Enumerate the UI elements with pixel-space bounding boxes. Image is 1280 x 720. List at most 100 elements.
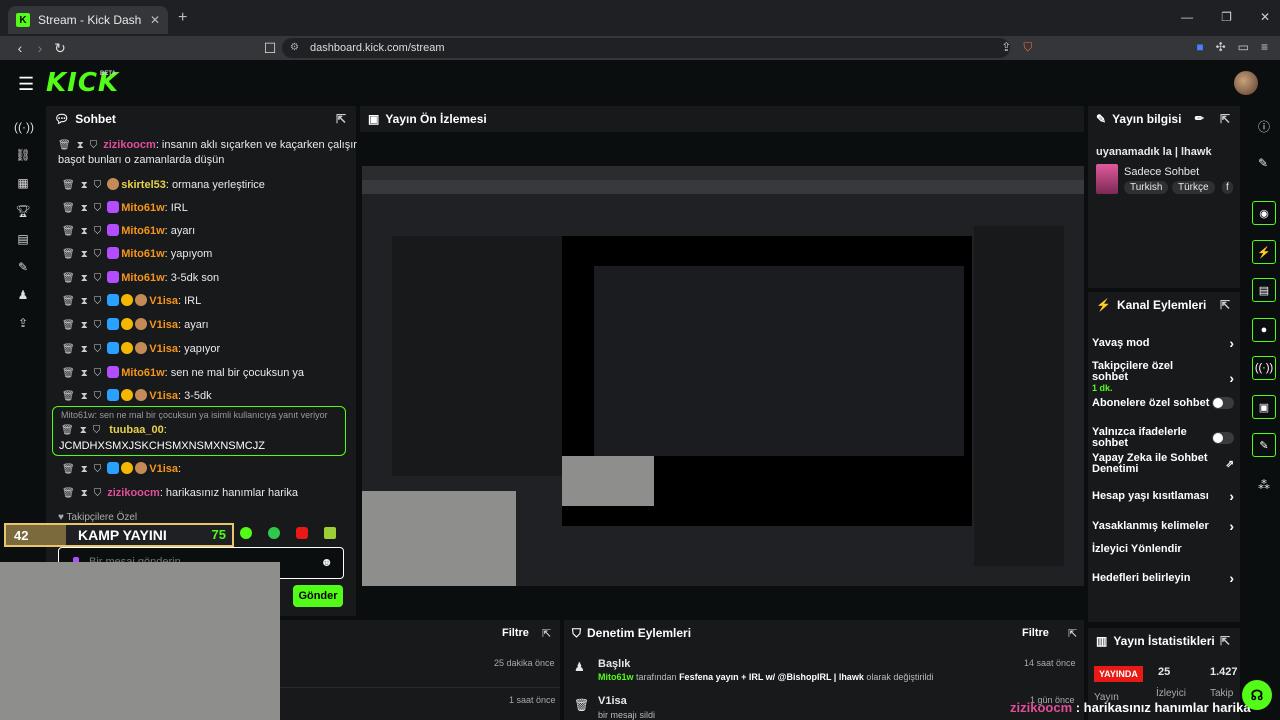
site-info-icon[interactable]: ⚙ [290,42,299,53]
sidebar-icon[interactable]: ▭ [1238,40,1249,55]
share-icon[interactable]: ⇪ [1001,40,1011,55]
filter-button[interactable]: Filtre [1022,627,1049,639]
timeout-icon[interactable]: ⧗ [77,140,84,151]
channel-action-item[interactable]: Abonelere özel sohbet [1092,397,1234,409]
chat-username[interactable]: V1isa [149,295,178,307]
timeout-icon[interactable]: ⧗ [81,464,88,475]
timeout-icon[interactable]: ⧗ [81,391,88,402]
delete-icon[interactable]: 🗑︎ [62,273,75,284]
browser-tab[interactable]: K Stream - Kick Dashboard ✕ [8,6,168,34]
edit-icon[interactable]: ✏ [1195,112,1204,125]
delete-icon[interactable]: 🗑︎ [58,140,71,151]
maximize-icon[interactable]: ❐ [1221,10,1232,24]
puzzle-icon[interactable]: ✣ [1216,40,1226,55]
trophy-icon[interactable]: 🏆︎ [14,202,32,220]
ban-icon[interactable]: ⛉ [94,368,102,379]
layout-icon[interactable]: ▣ [1252,395,1276,419]
back-icon[interactable]: ‹ [10,40,30,56]
timeout-icon[interactable]: ⧗ [81,226,88,237]
popout-icon[interactable]: ⇱ [336,112,346,126]
channel-action-item[interactable]: Hedefleri belirleyin › [1092,570,1234,586]
emote-icon[interactable] [296,527,308,539]
hamburger-menu-icon[interactable]: ☰ [18,74,34,95]
bolt-icon[interactable]: ⚡ [1252,240,1276,264]
analytics-icon[interactable]: ▦ [14,174,32,192]
channel-action-item[interactable]: Takipçilere özel sohbet 1 dk. › [1092,361,1234,394]
delete-icon[interactable]: 🗑︎ [62,368,75,379]
chat-username[interactable]: zizikoocm [103,139,156,151]
ban-icon[interactable]: ⛉ [94,320,102,331]
filter-button[interactable]: Filtre [502,627,529,639]
timeout-icon[interactable]: ⧗ [81,296,88,307]
chat-username[interactable]: V1isa [149,463,178,475]
delete-icon[interactable]: 🗑︎ [62,249,75,260]
send-button[interactable]: Gönder [293,585,343,607]
delete-icon[interactable]: 🗑︎ [62,296,75,307]
delete-icon[interactable]: 🗑︎ [62,464,75,475]
chat-username[interactable]: V1isa [149,343,178,355]
timeout-icon[interactable]: ⧗ [81,368,88,379]
chat-username[interactable]: zizikoocm [107,487,160,499]
ban-icon[interactable]: ⛉ [94,344,102,355]
close-tab-icon[interactable]: ✕ [150,13,160,27]
ban-icon[interactable]: ⛉ [94,273,102,284]
layout-icon[interactable]: ▤ [14,230,32,248]
delete-icon[interactable]: 🗑︎ [62,391,75,402]
emote-icon[interactable] [324,527,336,539]
delete-icon[interactable]: 🗑︎ [62,488,75,499]
ban-icon[interactable]: ⛉ [94,464,102,475]
chat-username[interactable]: V1isa [149,319,178,331]
channel-action-item[interactable]: Hesap yaşı kısıtlaması › [1092,488,1234,504]
broadcast-icon[interactable]: ((·)) [1252,356,1276,380]
timeout-icon[interactable]: ⧗ [81,344,88,355]
ban-icon[interactable]: ⛉ [94,226,102,237]
document-icon[interactable]: ▤ [1252,278,1276,302]
extension-icon[interactable]: ■ [1196,40,1203,55]
emote-icon[interactable] [268,527,280,539]
timeout-icon[interactable]: ⧗ [81,249,88,260]
menu-icon[interactable]: ≡ [1261,40,1268,55]
ban-icon[interactable]: ⛉ [94,391,102,402]
emote-icon[interactable] [240,527,252,539]
users-icon[interactable]: ♟ [14,286,32,304]
forward-icon[interactable]: › [30,40,50,56]
timeout-icon[interactable]: ⧗ [81,273,88,284]
wrench-icon[interactable]: ✎ [14,258,32,276]
popout-icon[interactable]: ⇱ [542,627,551,640]
emoji-icon[interactable]: ☻ [320,555,333,569]
delete-icon[interactable]: 🗑︎ [62,203,75,214]
channel-action-item[interactable]: Yapay Zeka ile Sohbet Denetimi ⇗ [1092,453,1234,475]
chat-username[interactable]: Mito61w [121,225,164,237]
edit-icon[interactable]: ✎ [1258,156,1268,170]
ban-icon[interactable]: ⛉ [94,488,102,499]
support-headset-icon[interactable]: ☊ [1242,680,1272,710]
nodes-icon[interactable]: ⁂ [1258,478,1270,492]
delete-icon[interactable]: 🗑︎ [62,320,75,331]
timeout-icon[interactable]: ⧗ [80,425,87,436]
url-field[interactable]: ⚙ dashboard.kick.com/stream [282,38,1010,58]
chat-username[interactable]: Mito61w [121,367,164,379]
timeout-icon[interactable]: ⧗ [81,180,88,191]
new-tab-icon[interactable]: + [178,9,187,27]
delete-icon[interactable]: 🗑︎ [61,425,74,436]
ban-icon[interactable]: ⛉ [93,425,101,436]
channel-action-item[interactable]: İzleyici Yönlendir [1092,544,1234,555]
link-icon[interactable]: ⛓ [14,146,32,164]
bookmark-icon[interactable]: ☐ [260,40,280,57]
ban-icon[interactable]: ⛉ [90,140,98,151]
chat-username[interactable]: skirtel53 [121,179,166,191]
chat-username[interactable]: Mito61w [121,272,164,284]
channel-action-item[interactable]: Yalnızca ifadelerle sohbet [1092,427,1234,449]
delete-icon[interactable]: 🗑︎ [62,226,75,237]
delete-icon[interactable]: 🗑︎ [62,180,75,191]
upload-icon[interactable]: ⇪ [14,314,32,332]
chat-username[interactable]: Mito61w [121,248,164,260]
ban-icon[interactable]: ⛉ [94,180,102,191]
channel-action-item[interactable]: Yasaklanmış kelimeler › [1092,518,1234,534]
close-window-icon[interactable]: ✕ [1260,10,1270,24]
toggle-switch[interactable] [1212,397,1234,409]
ban-icon[interactable]: ⛉ [94,296,102,307]
timeout-icon[interactable]: ⧗ [81,488,88,499]
wrench-icon[interactable]: ✎ [1252,433,1276,457]
reload-icon[interactable]: ↻ [50,40,70,57]
